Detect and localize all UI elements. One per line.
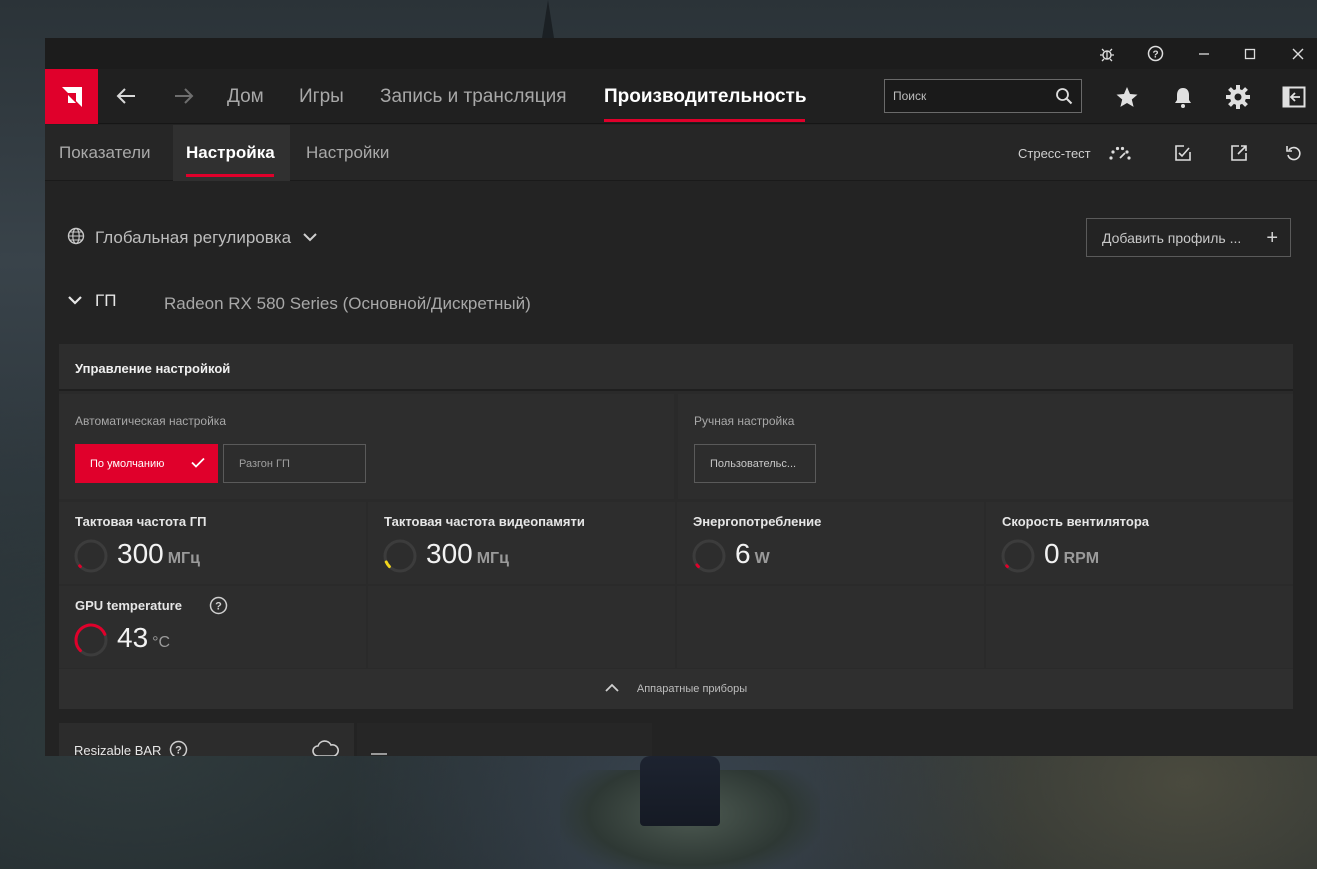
chevron-up-icon bbox=[605, 683, 619, 695]
gpu-section-toggle[interactable]: ГП bbox=[67, 289, 116, 313]
subtab-active-underline bbox=[186, 174, 274, 177]
svg-text:?: ? bbox=[215, 601, 222, 613]
settings-gear-icon[interactable] bbox=[1223, 82, 1253, 112]
gauge-icon bbox=[74, 623, 108, 657]
resizable-bar-label: Resizable BAR bbox=[74, 743, 162, 756]
add-profile-label: Добавить профиль ... bbox=[1102, 229, 1242, 246]
manual-tuning-label: Ручная настройка bbox=[694, 414, 795, 428]
help-icon[interactable]: ? bbox=[1132, 38, 1178, 69]
favorites-star-icon[interactable] bbox=[1112, 82, 1142, 112]
gpu-label: ГП bbox=[95, 291, 117, 310]
svg-text:?: ? bbox=[1152, 50, 1158, 61]
app-window: ? Дом Игры Запись и трансляция Производи… bbox=[45, 38, 1317, 756]
help-icon[interactable]: ? bbox=[209, 596, 228, 620]
background-tower bbox=[542, 0, 554, 38]
export-profile-icon[interactable] bbox=[1225, 139, 1253, 167]
bug-report-icon[interactable] bbox=[1084, 38, 1130, 69]
sub-navigation: Показатели Настройка Настройки Стресс-те… bbox=[45, 125, 1317, 181]
overclock-gpu-button[interactable]: Разгон ГП bbox=[223, 444, 366, 483]
manual-tuning-section: Ручная настройка Пользовательс... bbox=[678, 394, 1293, 499]
notifications-bell-icon[interactable] bbox=[1168, 82, 1198, 112]
globe-icon bbox=[67, 227, 85, 250]
tab-tuning[interactable]: Настройка bbox=[173, 125, 290, 181]
metric-value: 300 МГц bbox=[426, 538, 509, 569]
metric-title: Скорость вентилятора bbox=[1002, 514, 1149, 529]
metric-memory-clock: Тактовая частота видеопамяти 300 МГц bbox=[368, 502, 675, 584]
svg-text:?: ? bbox=[175, 745, 182, 757]
chevron-down-icon[interactable] bbox=[303, 229, 317, 247]
forward-arrow-icon[interactable] bbox=[169, 81, 199, 111]
metric-title: Тактовая частота ГП bbox=[75, 514, 207, 529]
help-icon[interactable]: ? bbox=[169, 740, 188, 756]
hardware-instruments-toggle[interactable]: Аппаратные приборы bbox=[59, 669, 1293, 709]
add-profile-button[interactable]: Добавить профиль ... + bbox=[1086, 218, 1291, 257]
tab-metrics[interactable]: Показатели bbox=[47, 125, 163, 181]
default-preset-button[interactable]: По умолчанию bbox=[75, 444, 218, 483]
gauge-icon bbox=[74, 539, 108, 573]
metric-value: 6W bbox=[735, 538, 770, 569]
metric-title: Тактовая частота видеопамяти bbox=[384, 514, 585, 529]
custom-preset-button[interactable]: Пользовательс... bbox=[694, 444, 816, 483]
tab-settings[interactable]: Настройки bbox=[294, 125, 401, 181]
nav-performance[interactable]: Производительность bbox=[604, 86, 807, 108]
metric-empty-slot bbox=[677, 586, 984, 668]
chevron-down-icon[interactable] bbox=[67, 292, 83, 310]
default-preset-label: По умолчанию bbox=[90, 457, 165, 470]
metric-value: 300 МГц bbox=[117, 538, 200, 569]
nav-active-underline bbox=[604, 119, 805, 122]
search-input[interactable] bbox=[893, 86, 1043, 106]
reset-icon[interactable] bbox=[1280, 139, 1308, 167]
metric-empty-slot bbox=[368, 586, 675, 668]
custom-preset-label: Пользовательс... bbox=[710, 457, 797, 470]
resizable-bar-card: Resizable BAR ? bbox=[59, 723, 354, 756]
metric-gpu-clock: Тактовая частота ГП 300 МГц bbox=[59, 502, 366, 584]
resizable-bar-toggle-card bbox=[357, 723, 652, 756]
nav-home[interactable]: Дом bbox=[227, 86, 264, 108]
gauge-icon bbox=[1001, 539, 1035, 573]
toggle-dash bbox=[371, 753, 387, 755]
metric-title: GPU temperature bbox=[75, 598, 182, 613]
cloud-icon bbox=[311, 740, 341, 756]
tuning-control-panel: Управление настройкой Автоматическая нас… bbox=[59, 344, 1293, 709]
nav-record-stream[interactable]: Запись и трансляция bbox=[380, 86, 567, 108]
metric-power: Энергопотребление 6W bbox=[677, 502, 984, 584]
back-arrow-icon[interactable] bbox=[111, 81, 141, 111]
metric-value: 0 RPM bbox=[1044, 538, 1100, 569]
title-bar: ? bbox=[45, 38, 1317, 69]
plus-icon: + bbox=[1266, 227, 1278, 249]
gpu-name: Radeon RX 580 Series (Основной/Дискретны… bbox=[164, 294, 531, 313]
check-icon bbox=[191, 457, 205, 471]
gauge-icon bbox=[692, 539, 726, 573]
amd-logo[interactable] bbox=[45, 69, 98, 124]
nav-games[interactable]: Игры bbox=[299, 86, 344, 108]
metric-gpu-temperature: GPU temperature ? 43 °C bbox=[59, 586, 366, 668]
background-figure bbox=[640, 756, 720, 826]
gauge-icon bbox=[383, 539, 417, 573]
profile-label: Глобальная регулировка bbox=[95, 228, 292, 247]
maximize-icon[interactable] bbox=[1227, 38, 1273, 69]
main-navigation: Дом Игры Запись и трансляция Производите… bbox=[45, 69, 1317, 124]
tuning-control-title: Управление настройкой bbox=[59, 344, 1293, 391]
stress-test-label[interactable]: Стресс-тест bbox=[1018, 146, 1091, 161]
close-icon[interactable] bbox=[1275, 38, 1317, 69]
apply-changes-icon[interactable] bbox=[1169, 139, 1197, 167]
sidebar-toggle-icon[interactable] bbox=[1279, 82, 1309, 112]
metric-value: 43 °C bbox=[117, 622, 171, 653]
search-icon[interactable] bbox=[1055, 87, 1073, 110]
metric-title: Энергопотребление bbox=[693, 514, 822, 529]
hardware-instruments-label: Аппаратные приборы bbox=[636, 683, 748, 695]
profile-selector[interactable]: Глобальная регулировка bbox=[67, 226, 317, 250]
minimize-icon[interactable] bbox=[1181, 38, 1227, 69]
overclock-gpu-label: Разгон ГП bbox=[239, 457, 290, 470]
auto-tuning-section: Автоматическая настройка По умолчанию Ра… bbox=[59, 394, 674, 499]
search-box[interactable] bbox=[884, 79, 1082, 113]
stress-test-gauge-icon[interactable] bbox=[1106, 139, 1134, 167]
metric-fan-speed: Скорость вентилятора 0 RPM bbox=[986, 502, 1293, 584]
metric-empty-slot bbox=[986, 586, 1293, 668]
auto-tuning-label: Автоматическая настройка bbox=[75, 414, 226, 428]
tuning-content: Глобальная регулировка Добавить профиль … bbox=[45, 181, 1317, 756]
